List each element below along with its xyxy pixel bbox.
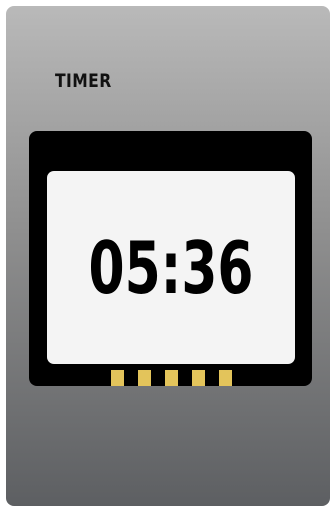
display-bezel: 05:36	[29, 131, 312, 386]
timer-title: TIMER	[55, 70, 112, 92]
contact-pad	[111, 370, 124, 386]
timer-device: TIMER 05:36	[6, 6, 330, 506]
display-contacts	[111, 370, 232, 386]
contact-pad	[192, 370, 205, 386]
contact-pad	[219, 370, 232, 386]
timer-readout: 05:36	[88, 225, 254, 310]
display-screen: 05:36	[47, 171, 295, 364]
contact-pad	[138, 370, 151, 386]
contact-pad	[165, 370, 178, 386]
